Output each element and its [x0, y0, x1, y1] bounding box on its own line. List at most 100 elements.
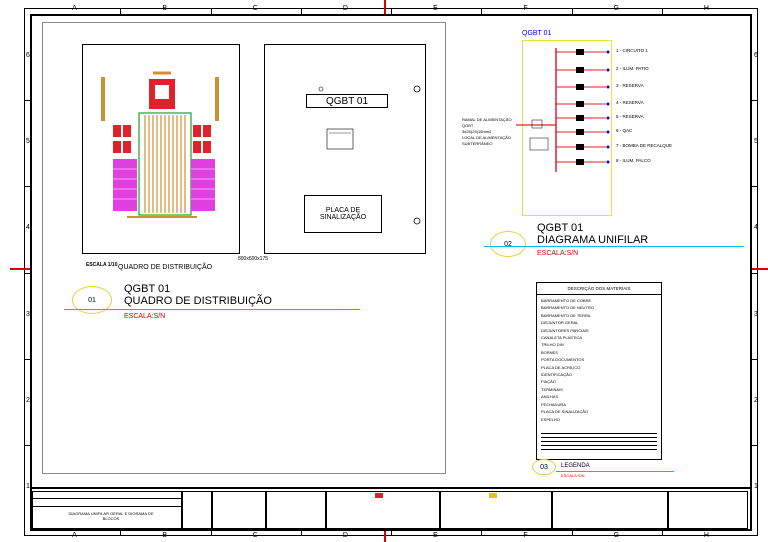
- row-label: 5: [26, 138, 30, 146]
- column-tick: [661, 531, 663, 536]
- column-label: H: [703, 5, 709, 12]
- circuit-8: 8 - ILUM. PALCO: [616, 158, 651, 163]
- row-label: 1: [754, 482, 758, 490]
- panel-caption-scale: ESCALA 1/10: [86, 262, 118, 268]
- view1-number: 01: [88, 296, 96, 304]
- notes-warning-icon: [489, 493, 497, 498]
- view2-title-2: DIAGRAMA UNIFILAR: [537, 234, 649, 246]
- column-tick: [391, 8, 392, 14]
- materials-item: BORNES: [541, 349, 558, 355]
- column-tick: [120, 531, 122, 536]
- unifilar-header: QGBT 01: [522, 30, 552, 37]
- feeder-note: RAMAL DE ALIMENTAÇÃO QGBT 3#25(25)16mm2 …: [462, 117, 512, 147]
- legend-line: [556, 471, 674, 472]
- column-label: B: [162, 532, 168, 539]
- legend-scale: ESCALA:S/N: [561, 473, 585, 478]
- column-tick: [571, 8, 573, 14]
- door-tag: QGBT 01: [306, 94, 388, 108]
- tb-logo: [668, 491, 748, 529]
- materials-notes: [541, 433, 657, 453]
- column-label: H: [703, 532, 709, 539]
- tb-project: DIAGRAMA UNIFILAR GERAL E DIGRAMA DE BLO…: [32, 491, 182, 529]
- row-tick: [24, 100, 30, 102]
- view2-number-circle: 02: [490, 231, 526, 257]
- row-label: 2: [26, 396, 30, 404]
- row-label: 2: [754, 396, 758, 404]
- materials-item: BARRAMENTO DE TERRA: [541, 312, 591, 318]
- tb-sheet: [182, 491, 212, 529]
- materials-item: BARRAMENTO DE COBRE: [541, 298, 592, 303]
- circuit-1: 1 - CIRCUITO 1: [616, 48, 648, 53]
- tb-revisions: [326, 491, 440, 529]
- column-label: F: [523, 5, 528, 12]
- materials-item: PLACA DE SINALIZAÇÃO: [541, 409, 589, 415]
- row-tick: [752, 100, 758, 102]
- materials-item: IDENTIFICAÇÃO: [541, 372, 572, 378]
- column-label: C: [252, 532, 258, 539]
- legend-title: LEGENDA: [561, 463, 590, 469]
- door-plate: PLACA DE SINALIZAÇÃO: [304, 195, 382, 233]
- materials-item: PLACA DE ACRÍLICO: [541, 364, 581, 370]
- legend-number-circle: 03: [532, 459, 556, 475]
- row-tick: [752, 186, 758, 188]
- column-tick: [300, 531, 302, 536]
- revision-warning-icon: [375, 493, 383, 498]
- tb-notes: [440, 491, 552, 529]
- row-label: 6: [26, 52, 30, 60]
- row-tick: [24, 358, 30, 360]
- materials-list: BARRAMENTO DE COBRE BARRAMENTO DE NEUTRO B…: [537, 295, 661, 425]
- legend-number: 03: [540, 463, 548, 471]
- feeder-note-5: SUBTERRÂNEO: [462, 141, 493, 146]
- row-tick: [752, 272, 758, 274]
- row-tick: [24, 186, 30, 188]
- view1-scale: ESCALA:S/N: [124, 313, 166, 320]
- materials-item: PORTA DOCUMENTOS: [541, 357, 585, 363]
- tb-drawing-title: DIAGRAMA UNIFILAR GERAL E DIGRAMA DE BLO…: [68, 511, 154, 521]
- panel-interior-drawing: [82, 44, 240, 254]
- view2-title-line: [484, 246, 744, 247]
- materials-item: TRILHO DIN: [541, 342, 564, 348]
- row-tick: [752, 444, 758, 446]
- column-label: G: [613, 5, 620, 12]
- column-tick: [300, 8, 302, 14]
- materials-title: DESCRIÇÃO DOS MATERIAIS: [537, 283, 661, 295]
- materials-item: TERMINAIS: [541, 386, 563, 392]
- column-label: E: [433, 5, 438, 12]
- center-mark-left: [10, 268, 30, 270]
- circuit-4: 4 - RESERVA: [616, 100, 644, 105]
- view1-title-line: [64, 309, 360, 310]
- title-block: DIAGRAMA UNIFILAR GERAL E DIGRAMA DE BLO…: [30, 487, 752, 531]
- materials-item: DISJUNTORES PARCIAIS: [541, 327, 589, 333]
- view2-scale: ESCALA:S/N: [537, 250, 579, 257]
- column-label: D: [342, 5, 348, 12]
- circuit-7: 7 - BOMBA DE RECALQUE: [616, 143, 673, 148]
- row-label: 4: [754, 224, 758, 232]
- column-tick: [481, 8, 483, 14]
- materials-item: CANALETA PLÁSTICA: [541, 335, 583, 341]
- column-tick: [210, 8, 212, 14]
- view2-title-1: QGBT 01: [537, 222, 584, 234]
- view1-title-1: QGBT 01: [124, 283, 171, 295]
- column-tick: [391, 531, 392, 536]
- row-label: 3: [754, 310, 758, 318]
- tb-responsible: [212, 491, 266, 529]
- column-label: B: [162, 5, 168, 12]
- materials-item: ANILHAS: [541, 394, 559, 400]
- materials-item: FECHADURA: [541, 401, 566, 407]
- row-tick: [752, 358, 758, 360]
- column-label: F: [523, 532, 528, 539]
- column-label: E: [433, 532, 438, 539]
- row-label: 3: [26, 310, 30, 318]
- center-mark-top: [384, 0, 386, 14]
- column-tick: [661, 8, 663, 14]
- column-label: C: [252, 5, 258, 12]
- column-label: D: [342, 532, 348, 539]
- row-tick: [24, 444, 30, 446]
- row-label: 5: [754, 138, 758, 146]
- center-mark-bottom: [384, 531, 386, 542]
- materials-item: DISJUNTOR GERAL: [541, 320, 579, 326]
- materials-item: FIAÇÃO: [541, 379, 556, 385]
- panel-caption: QUADRO DE DISTRIBUIÇÃO: [118, 264, 213, 271]
- circuit-3: 3 - RESERVA: [616, 83, 644, 88]
- row-label: 4: [26, 224, 30, 232]
